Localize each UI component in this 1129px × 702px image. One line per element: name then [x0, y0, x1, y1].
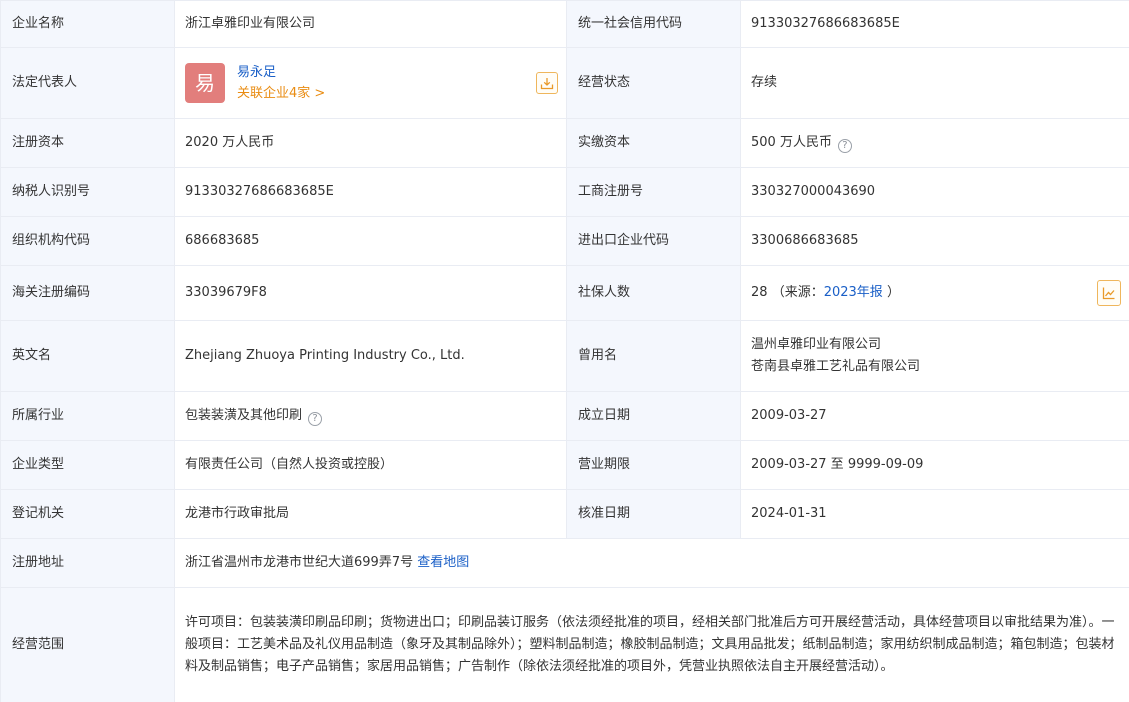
download-icon[interactable] [536, 72, 558, 94]
label-legal-rep: 法定代表人 [0, 47, 175, 119]
value-import-export-code: 3300686683685 [740, 216, 1129, 266]
row-taxpayer: 纳税人识别号 91330327686683685E 工商注册号 33032700… [0, 167, 1129, 217]
value-company-type: 有限责任公司（自然人投资或控股） [174, 440, 567, 490]
label-former-names: 曾用名 [566, 320, 741, 392]
label-business-reg-no: 工商注册号 [566, 167, 741, 217]
label-status: 经营状态 [566, 47, 741, 119]
value-taxpayer-id: 91330327686683685E [174, 167, 567, 217]
row-reg-address: 注册地址 浙江省温州市龙港市世纪大道699弄7号 查看地图 [0, 538, 1129, 588]
value-company-name: 浙江卓雅印业有限公司 [174, 0, 567, 48]
question-icon[interactable]: ? [308, 412, 323, 426]
label-social-insurance: 社保人数 [566, 265, 741, 321]
reg-address-text: 浙江省温州市龙港市世纪大道699弄7号 [185, 555, 414, 570]
value-industry: 包装装潢及其他印刷? [174, 391, 567, 441]
row-capital: 注册资本 2020 万人民币 实缴资本 500 万人民币? [0, 118, 1129, 168]
value-approval-date: 2024-01-31 [740, 489, 1129, 539]
value-reg-capital: 2020 万人民币 [174, 118, 567, 168]
label-credit-code: 统一社会信用代码 [566, 0, 741, 48]
value-status: 存续 [740, 47, 1129, 119]
source-suffix: ） [886, 285, 900, 300]
former-name-2: 苍南县卓雅工艺礼品有限公司 [751, 359, 921, 374]
row-english-name: 英文名 Zhejiang Zhuoya Printing Industry Co… [0, 320, 1129, 392]
value-english-name: Zhejiang Zhuoya Printing Industry Co., L… [174, 320, 567, 392]
label-reg-authority: 登记机关 [0, 489, 175, 539]
label-business-term: 营业期限 [566, 440, 741, 490]
row-legal-rep: 法定代表人 易 易永足 关联企业4家 > 经营状态 存续 [0, 47, 1129, 119]
value-reg-address: 浙江省温州市龙港市世纪大道699弄7号 查看地图 [174, 538, 1129, 588]
label-import-export-code: 进出口企业代码 [566, 216, 741, 266]
label-industry: 所属行业 [0, 391, 175, 441]
row-reg-authority: 登记机关 龙港市行政审批局 核准日期 2024-01-31 [0, 489, 1129, 539]
source-prefix: （来源： [771, 285, 824, 300]
company-info-table: 企业名称 浙江卓雅印业有限公司 统一社会信用代码 913303276866836… [0, 0, 1129, 702]
paid-capital-text: 500 万人民币 [751, 135, 832, 150]
social-insurance-count: 28 [751, 285, 768, 300]
value-established: 2009-03-27 [740, 391, 1129, 441]
question-icon[interactable]: ? [837, 139, 852, 153]
value-legal-rep: 易 易永足 关联企业4家 > [174, 47, 567, 119]
row-customs: 海关注册编码 33039679F8 社保人数 28 （来源：2023年报 ） [0, 265, 1129, 321]
avatar[interactable]: 易 [185, 63, 225, 103]
annual-report-link[interactable]: 2023年报 [824, 285, 883, 300]
row-business-scope: 经营范围 许可项目：包装装潢印刷品印刷；货物进出口；印刷品装订服务（依法须经批准… [0, 587, 1129, 702]
label-english-name: 英文名 [0, 320, 175, 392]
label-paid-capital: 实缴资本 [566, 118, 741, 168]
row-company-name: 企业名称 浙江卓雅印业有限公司 统一社会信用代码 913303276866836… [0, 0, 1129, 48]
value-business-reg-no: 330327000043690 [740, 167, 1129, 217]
label-established: 成立日期 [566, 391, 741, 441]
label-company-type: 企业类型 [0, 440, 175, 490]
label-approval-date: 核准日期 [566, 489, 741, 539]
value-business-scope: 许可项目：包装装潢印刷品印刷；货物进出口；印刷品装订服务（依法须经批准的项目，经… [174, 587, 1129, 702]
value-credit-code: 91330327686683685E [740, 0, 1129, 48]
value-business-term: 2009-03-27 至 9999-09-09 [740, 440, 1129, 490]
row-industry: 所属行业 包装装潢及其他印刷? 成立日期 2009-03-27 [0, 391, 1129, 441]
industry-text: 包装装潢及其他印刷 [185, 408, 303, 423]
value-org-code: 686683685 [174, 216, 567, 266]
trend-chart-icon[interactable] [1097, 280, 1121, 306]
label-reg-address: 注册地址 [0, 538, 175, 588]
value-former-names: 温州卓雅印业有限公司 苍南县卓雅工艺礼品有限公司 [740, 320, 1129, 392]
label-org-code: 组织机构代码 [0, 216, 175, 266]
label-customs-code: 海关注册编码 [0, 265, 175, 321]
legal-rep-name-link[interactable]: 易永足 [237, 65, 276, 80]
value-social-insurance: 28 （来源：2023年报 ） [740, 265, 1129, 321]
former-name-1: 温州卓雅印业有限公司 [751, 337, 882, 352]
view-map-link[interactable]: 查看地图 [417, 555, 469, 570]
row-company-type: 企业类型 有限责任公司（自然人投资或控股） 营业期限 2009-03-27 至 … [0, 440, 1129, 490]
label-taxpayer-id: 纳税人识别号 [0, 167, 175, 217]
related-companies-link[interactable]: 关联企业4家 > [237, 86, 325, 101]
label-business-scope: 经营范围 [0, 587, 175, 702]
value-customs-code: 33039679F8 [174, 265, 567, 321]
value-paid-capital: 500 万人民币? [740, 118, 1129, 168]
value-reg-authority: 龙港市行政审批局 [174, 489, 567, 539]
row-org-code: 组织机构代码 686683685 进出口企业代码 3300686683685 [0, 216, 1129, 266]
label-reg-capital: 注册资本 [0, 118, 175, 168]
label-company-name: 企业名称 [0, 0, 175, 48]
